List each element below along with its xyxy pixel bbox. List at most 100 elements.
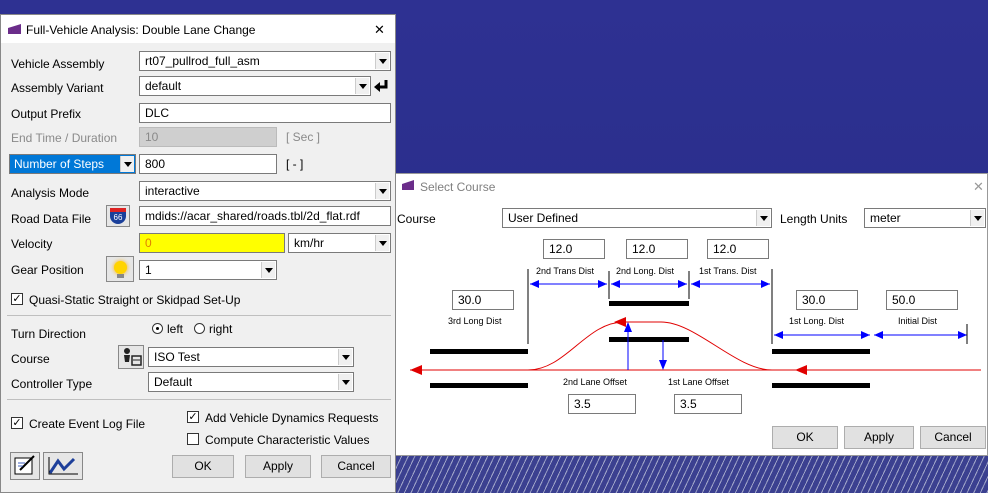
gear-position-value: 1: [145, 263, 152, 277]
lane-bar: [430, 383, 528, 388]
lane-bar: [772, 349, 870, 354]
close-icon[interactable]: ✕: [374, 23, 385, 36]
long-dist-1-label: 1st Long. Dist: [789, 316, 845, 326]
long-dist-3-input[interactable]: 30.0: [452, 290, 514, 310]
initial-dist-input[interactable]: 50.0: [886, 290, 958, 310]
controller-type-label: Controller Type: [11, 377, 93, 391]
bulb-base: [117, 274, 124, 278]
turn-left-label: left: [167, 322, 184, 336]
trans-dist-1-input[interactable]: 12.0: [707, 239, 769, 259]
dialog-titlebar: Full-Vehicle Analysis: Double Lane Chang…: [1, 15, 395, 43]
gear-position-label: Gear Position: [11, 263, 84, 277]
enter-icon[interactable]: [373, 79, 389, 93]
full-vehicle-dialog: Full-Vehicle Analysis: Double Lane Chang…: [0, 14, 396, 493]
chevron-down-icon[interactable]: [375, 183, 389, 199]
velocity-unit-select[interactable]: km/hr: [288, 233, 391, 253]
long-dist-3-label: 3rd Long Dist: [448, 316, 502, 326]
output-prefix-label: Output Prefix: [11, 107, 82, 121]
velocity-input[interactable]: 0: [139, 233, 285, 253]
chevron-down-icon[interactable]: [375, 53, 389, 69]
road-shield-icon[interactable]: 66: [106, 205, 130, 227]
course-cancel-button[interactable]: Cancel: [920, 426, 986, 449]
app-logo-icon: [8, 24, 21, 34]
cancel-button[interactable]: Cancel: [321, 455, 391, 478]
assembly-variant-select[interactable]: default: [139, 76, 371, 96]
path-arrow: [410, 365, 422, 375]
add-vdr-checkbox[interactable]: ✓: [187, 411, 199, 423]
path-arrow: [795, 365, 807, 375]
add-vdr-label: Add Vehicle Dynamics Requests: [205, 411, 379, 425]
chevron-down-icon[interactable]: [338, 374, 352, 390]
chevron-down-icon[interactable]: [261, 262, 275, 278]
event-log-label: Create Event Log File: [29, 417, 146, 431]
vehicle-assembly-value: rt07_pullrod_full_asm: [145, 54, 260, 68]
velocity-unit-value: km/hr: [294, 236, 324, 250]
gear-position-select[interactable]: 1: [139, 260, 277, 280]
long-dist-2-input[interactable]: 12.0: [626, 239, 688, 259]
steps-mode-value: Number of Steps: [14, 157, 105, 171]
edit-notes-icon[interactable]: [10, 452, 40, 480]
compute-char-label: Compute Characteristic Values: [205, 433, 370, 447]
course-select[interactable]: ISO Test: [148, 347, 354, 367]
analysis-mode-select[interactable]: interactive: [139, 181, 391, 201]
trans-dist-2-label: 2nd Trans Dist: [536, 266, 595, 276]
dialog-title: Full-Vehicle Analysis: Double Lane Chang…: [26, 23, 256, 37]
turn-direction-label: Turn Direction: [11, 327, 86, 341]
lane-offset-2-input[interactable]: 3.5: [568, 394, 636, 414]
controller-type-select[interactable]: Default: [148, 372, 354, 392]
end-time-label: End Time / Duration: [11, 131, 118, 145]
chevron-down-icon[interactable]: [375, 235, 389, 251]
turn-left-radio[interactable]: [152, 323, 163, 334]
lane-bar: [430, 349, 528, 354]
bulb-glow: [114, 261, 127, 274]
lane-offset-1-input[interactable]: 3.5: [674, 394, 742, 414]
viewport-mesh: [395, 455, 988, 493]
analysis-mode-label: Analysis Mode: [11, 186, 90, 200]
road-data-label: Road Data File: [11, 212, 92, 226]
divider: [7, 399, 391, 400]
chevron-down-icon[interactable]: [120, 156, 134, 172]
steps-mode-select[interactable]: Number of Steps: [9, 154, 136, 174]
path-arrow: [614, 317, 626, 327]
end-time-input: 10: [139, 127, 277, 147]
plot-icon[interactable]: [43, 452, 83, 480]
assembly-variant-value: default: [145, 79, 182, 93]
lane-offset-2-label: 2nd Lane Offset: [563, 377, 627, 387]
assembly-variant-label: Assembly Variant: [11, 81, 104, 95]
apply-button[interactable]: Apply: [245, 455, 311, 478]
initial-dist-label: Initial Dist: [898, 316, 938, 326]
chevron-down-icon[interactable]: [355, 78, 369, 94]
lightbulb-icon[interactable]: [106, 256, 134, 282]
controller-type-value: Default: [154, 375, 193, 389]
velocity-label: Velocity: [11, 237, 53, 251]
turn-right-label: right: [209, 322, 233, 336]
divider: [7, 315, 391, 316]
vehicle-assembly-label: Vehicle Assembly: [11, 57, 105, 71]
event-log-checkbox[interactable]: ✓: [11, 417, 23, 429]
course-ok-button[interactable]: OK: [772, 426, 838, 449]
analysis-mode-value: interactive: [145, 184, 200, 198]
trans-dist-2-input[interactable]: 12.0: [543, 239, 605, 259]
end-time-unit: [ Sec ]: [286, 130, 321, 144]
course-apply-button[interactable]: Apply: [844, 426, 914, 449]
output-prefix-input[interactable]: DLC: [139, 103, 391, 123]
quasi-static-label: Quasi-Static Straight or Skidpad Set-Up: [29, 293, 241, 307]
lane-bar: [609, 301, 689, 306]
course-label: Course: [11, 352, 50, 366]
course-wizard-icon[interactable]: [118, 345, 144, 369]
lane-change-path: [527, 321, 773, 371]
trans-dist-1-label: 1st Trans. Dist: [699, 266, 757, 276]
number-of-steps-input[interactable]: 800: [139, 154, 277, 174]
ok-button[interactable]: OK: [172, 455, 234, 478]
long-dist-2-label: 2nd Long. Dist: [616, 266, 675, 276]
chevron-down-icon[interactable]: [338, 349, 352, 365]
quasi-static-checkbox[interactable]: ✓: [11, 293, 23, 305]
turn-right-radio[interactable]: [194, 323, 205, 334]
course-value: ISO Test: [154, 350, 200, 364]
lane-bar: [609, 337, 689, 342]
compute-char-checkbox[interactable]: [187, 433, 199, 445]
long-dist-1-input[interactable]: 30.0: [796, 290, 858, 310]
road-data-input[interactable]: mdids://acar_shared/roads.tbl/2d_flat.rd…: [139, 206, 391, 226]
vehicle-assembly-select[interactable]: rt07_pullrod_full_asm: [139, 51, 391, 71]
radio-dot: [156, 327, 159, 330]
